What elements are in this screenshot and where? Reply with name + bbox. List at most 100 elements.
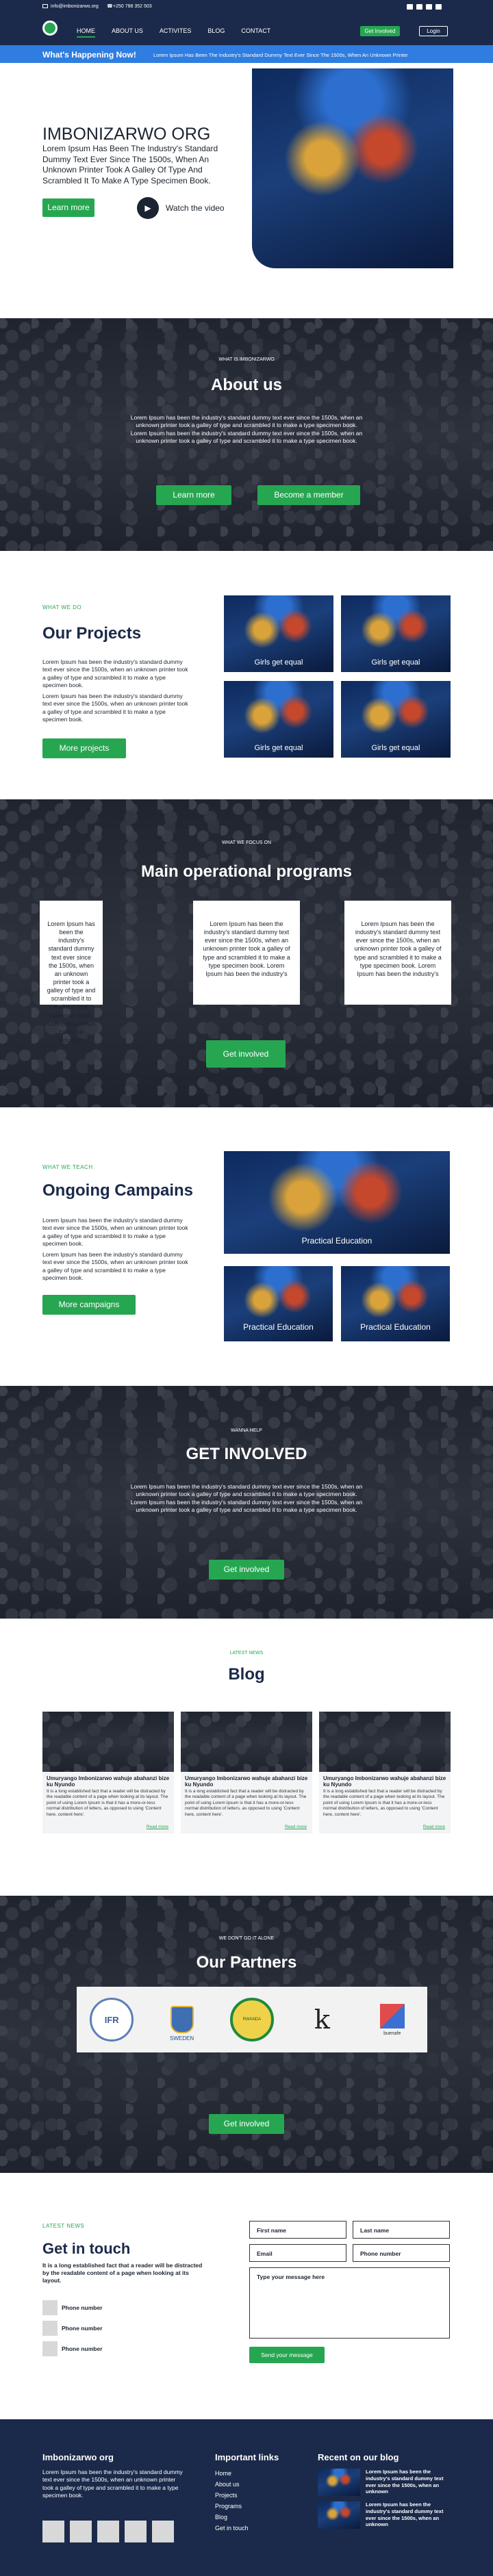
programs-section: WHAT WE FOCUS ON Main operational progra… bbox=[0, 799, 493, 1107]
linkedin-icon[interactable] bbox=[152, 2521, 174, 2542]
more-campaigns-button[interactable]: More campaigns bbox=[42, 1295, 136, 1315]
tile-label: Practical Education bbox=[243, 1322, 314, 1332]
involved-get-involved-button[interactable]: Get involved bbox=[209, 1560, 284, 1580]
partners-get-involved-button[interactable]: Get involved bbox=[209, 2114, 284, 2134]
get-involved-button[interactable]: Get Involved bbox=[360, 26, 400, 36]
blog-kicker: LATEST NEWS bbox=[229, 1651, 264, 1656]
footer-link-programs[interactable]: Programs bbox=[215, 2503, 249, 2510]
blog-image bbox=[319, 1712, 451, 1772]
youtube-icon[interactable] bbox=[125, 2521, 147, 2542]
partner-logo-sweden[interactable]: SWEDEN bbox=[160, 1998, 204, 2042]
contact-title: Get in touch bbox=[42, 2240, 131, 2257]
buenafe-icon bbox=[379, 2003, 405, 2028]
involved-text: Lorem Ipsum has been the industry's stan… bbox=[130, 1483, 363, 1514]
nav-blog[interactable]: BLOG bbox=[207, 27, 225, 38]
send-message-button[interactable]: Send your message bbox=[249, 2347, 325, 2363]
read-more-link[interactable]: Read more bbox=[423, 1825, 445, 1829]
hero-learn-more-button[interactable]: Learn more bbox=[42, 198, 94, 217]
contact-section: LATEST NEWS Get in touch It is a long es… bbox=[0, 2173, 493, 2419]
footer: Imbonizarwo org Lorem Ipsum has been the… bbox=[0, 2419, 493, 2576]
email-field[interactable]: Email bbox=[249, 2244, 346, 2262]
partner-logo-ifr[interactable]: IFR bbox=[90, 1998, 134, 2042]
footer-text: Lorem Ipsum has been the industry's stan… bbox=[42, 2469, 183, 2499]
projects-section: WHAT WE DO Our Projects Lorem Ipsum has … bbox=[0, 575, 493, 794]
partners-title: Our Partners bbox=[196, 1953, 297, 1972]
logo[interactable] bbox=[42, 21, 58, 36]
phone-field[interactable]: Phone number bbox=[353, 2244, 450, 2262]
youtube-icon[interactable] bbox=[435, 4, 442, 10]
hero-image bbox=[252, 68, 453, 268]
about-title: About us bbox=[211, 376, 282, 394]
footer-link-contact[interactable]: Get in touch bbox=[215, 2525, 249, 2532]
contact-text: It is a long established fact that a rea… bbox=[42, 2262, 203, 2284]
contact-phone-row: Phone number bbox=[42, 2321, 103, 2336]
phone-icon bbox=[42, 2321, 58, 2336]
watch-video-link[interactable]: Watch the video bbox=[166, 203, 225, 213]
facebook-icon[interactable] bbox=[407, 4, 413, 10]
project-tile[interactable]: Girls get equal bbox=[224, 595, 333, 672]
message-field[interactable]: Type your message here bbox=[249, 2267, 450, 2339]
instagram-icon[interactable] bbox=[97, 2521, 119, 2542]
blog-card[interactable]: Umuryango Imbonizarwo wahuje abahanzi bi… bbox=[319, 1712, 451, 1833]
partner-logo-rwanda[interactable]: RWANDA bbox=[229, 1998, 274, 2042]
facebook-icon[interactable] bbox=[42, 2521, 64, 2542]
twitter-icon[interactable] bbox=[416, 4, 422, 10]
blog-card[interactable]: Umuryango Imbonizarwo wahuje abahanzi bi… bbox=[42, 1712, 174, 1833]
first-name-field[interactable]: First name bbox=[249, 2221, 346, 2239]
contact-phone-row: Phone number bbox=[42, 2300, 103, 2315]
read-more-link[interactable]: Read more bbox=[147, 1825, 168, 1829]
last-name-field[interactable]: Last name bbox=[353, 2221, 450, 2239]
campaign-tile-large[interactable]: Practical Education bbox=[224, 1151, 450, 1254]
blog-post-title: Umuryango Imbonizarwo wahuje abahanzi bi… bbox=[323, 1775, 446, 1788]
phone-text: +250 788 352 503 bbox=[113, 4, 152, 9]
play-icon[interactable]: ▶ bbox=[137, 197, 159, 219]
nav-activities[interactable]: ACTIVITES bbox=[160, 27, 192, 38]
crest-icon bbox=[170, 2006, 194, 2033]
nav-about[interactable]: ABOUT US bbox=[112, 27, 143, 38]
project-tile[interactable]: Girls get equal bbox=[341, 681, 451, 758]
partner-logo-buenafe[interactable]: buenafe bbox=[370, 1998, 414, 2042]
campaign-tile[interactable]: Practical Education bbox=[341, 1266, 450, 1341]
nav-home[interactable]: HOME bbox=[77, 27, 95, 38]
blog-post-text: It is a long established fact that a rea… bbox=[323, 1789, 445, 1817]
login-button[interactable]: Login bbox=[419, 26, 448, 36]
hero-text: Lorem Ipsum Has Been The Industry's Stan… bbox=[42, 144, 218, 185]
programs-title: Main operational programs bbox=[140, 862, 353, 881]
footer-link-blog[interactable]: Blog bbox=[215, 2514, 249, 2521]
partners-section: WE DON'T GO IT ALONE Our Partners IFR SW… bbox=[0, 1896, 493, 2173]
partner-logo-k[interactable]: k bbox=[300, 1998, 344, 2042]
phone-icon: ☎ bbox=[107, 4, 113, 9]
programs-get-involved-button[interactable]: Get involved bbox=[206, 1040, 286, 1068]
recent-post-thumb bbox=[318, 2469, 360, 2496]
project-tile[interactable]: Girls get equal bbox=[224, 681, 333, 758]
hero-section: IMBONIZARWO ORG Lorem Ipsum Has Been The… bbox=[0, 63, 493, 271]
program-card: Lorem Ipsum has been the industry's stan… bbox=[193, 901, 300, 1005]
phone-icon bbox=[42, 2300, 58, 2315]
instagram-icon[interactable] bbox=[426, 4, 432, 10]
campaign-tile[interactable]: Practical Education bbox=[224, 1266, 333, 1341]
blog-post-text: It is a long established fact that a rea… bbox=[185, 1789, 307, 1817]
footer-link-projects[interactable]: Projects bbox=[215, 2492, 249, 2499]
tile-label: Girls get equal bbox=[371, 744, 420, 752]
read-more-link[interactable]: Read more bbox=[285, 1825, 307, 1829]
ticker-text[interactable]: Lorem Ipsum Has Been The Industry's Stan… bbox=[153, 52, 408, 58]
project-tile[interactable]: Girls get equal bbox=[341, 595, 451, 672]
blog-card[interactable]: Umuryango Imbonizarwo wahuje abahanzi bi… bbox=[181, 1712, 312, 1833]
main-nav: HOME ABOUT US ACTIVITES BLOG CONTACT bbox=[77, 27, 270, 38]
recent-post[interactable]: Lorem Ipsum has been the industry's stan… bbox=[318, 2469, 451, 2496]
footer-link-about[interactable]: About us bbox=[215, 2481, 249, 2488]
program-card: Lorem Ipsum has been the industry's stan… bbox=[344, 901, 451, 1005]
programs-kicker: WHAT WE FOCUS ON bbox=[221, 840, 272, 845]
hero-title: IMBONIZARWO ORG bbox=[42, 125, 211, 144]
footer-link-home[interactable]: Home bbox=[215, 2470, 249, 2477]
email-text: info@imbonizarwo.org bbox=[51, 4, 99, 9]
get-involved-section: WANNA HELP GET INVOLVED Lorem Ipsum has … bbox=[0, 1386, 493, 1619]
contact-kicker: LATEST NEWS bbox=[42, 2223, 85, 2229]
recent-post[interactable]: Lorem Ipsum has been the industry's stan… bbox=[318, 2501, 451, 2529]
twitter-icon[interactable] bbox=[70, 2521, 92, 2542]
recent-post-text: Lorem Ipsum has been the industry's stan… bbox=[366, 2501, 444, 2528]
nav-contact[interactable]: CONTACT bbox=[241, 27, 270, 38]
become-member-button[interactable]: Become a member bbox=[257, 485, 360, 505]
about-learn-more-button[interactable]: Learn more bbox=[156, 485, 231, 505]
more-projects-button[interactable]: More projects bbox=[42, 738, 126, 758]
